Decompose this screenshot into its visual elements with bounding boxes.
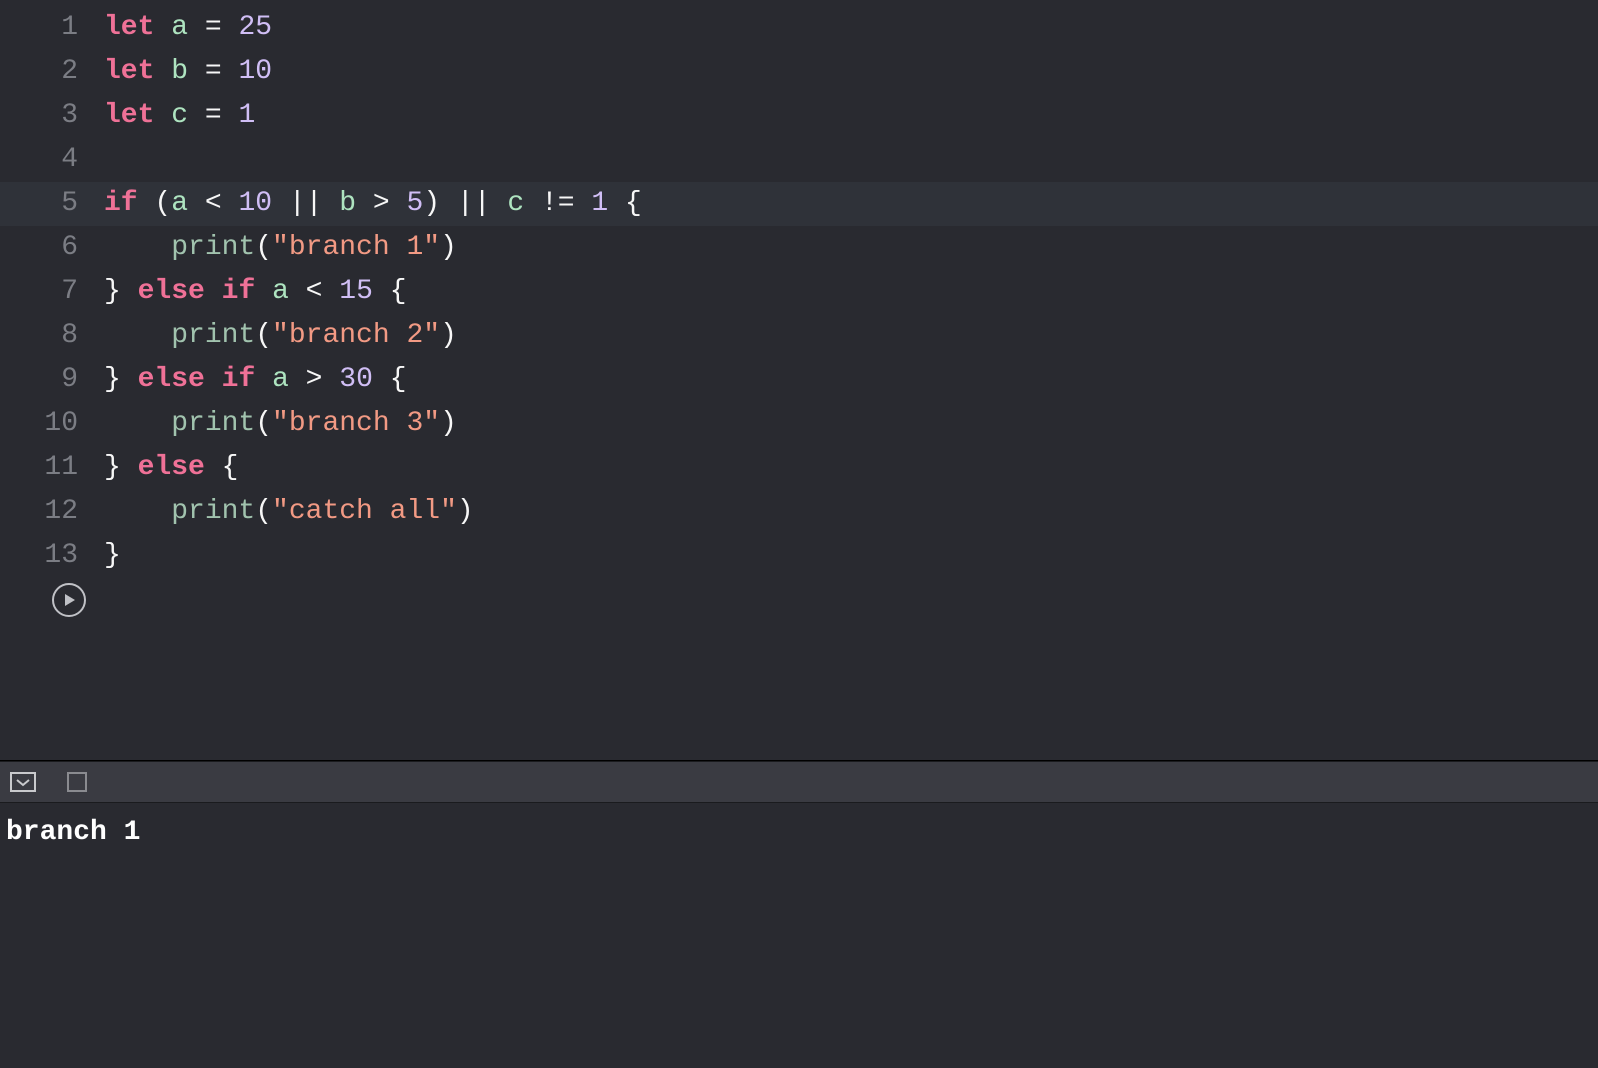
code-line[interactable]: 4: [0, 138, 1598, 182]
code-content[interactable]: print("catch all"): [104, 490, 474, 534]
code-line[interactable]: 2let b = 10: [0, 50, 1598, 94]
variables-view-button[interactable]: [64, 769, 90, 795]
line-number: 10: [0, 402, 104, 446]
line-number: 11: [0, 446, 104, 490]
code-content[interactable]: if (a < 10 || b > 5) || c != 1 {: [104, 182, 642, 226]
code-line[interactable]: 10 print("branch 3"): [0, 402, 1598, 446]
code-editor[interactable]: 1let a = 252let b = 103let c = 145if (a …: [0, 0, 1598, 760]
line-number: 7: [0, 270, 104, 314]
line-number: 1: [0, 6, 104, 50]
console-toggle-button[interactable]: [10, 769, 36, 795]
line-number: 5: [0, 182, 104, 226]
code-content[interactable]: print("branch 1"): [104, 226, 457, 270]
code-content[interactable]: let c = 1: [104, 94, 255, 138]
code-content[interactable]: print("branch 3"): [104, 402, 457, 446]
run-playground-button[interactable]: [52, 583, 86, 617]
code-line[interactable]: 7} else if a < 15 {: [0, 270, 1598, 314]
line-number: 8: [0, 314, 104, 358]
code-line[interactable]: 13}: [0, 534, 1598, 578]
code-line[interactable]: 8 print("branch 2"): [0, 314, 1598, 358]
code-line[interactable]: 9} else if a > 30 {: [0, 358, 1598, 402]
line-number: 4: [0, 138, 104, 182]
code-content[interactable]: let a = 25: [104, 6, 272, 50]
console-line: branch 1: [6, 817, 1588, 848]
line-number: 2: [0, 50, 104, 94]
code-content[interactable]: }: [104, 534, 121, 578]
line-number: 3: [0, 94, 104, 138]
line-number: 6: [0, 226, 104, 270]
code-line[interactable]: 11} else {: [0, 446, 1598, 490]
code-content[interactable]: } else if a > 30 {: [104, 358, 407, 402]
code-line[interactable]: 6 print("branch 1"): [0, 226, 1598, 270]
line-number: 9: [0, 358, 104, 402]
line-number: 13: [0, 534, 104, 578]
code-line[interactable]: 5if (a < 10 || b > 5) || c != 1 {: [0, 182, 1598, 226]
code-line[interactable]: 12 print("catch all"): [0, 490, 1598, 534]
code-content[interactable]: } else {: [104, 446, 238, 490]
console-output-panel[interactable]: branch 1: [0, 803, 1598, 1068]
code-content[interactable]: print("branch 2"): [104, 314, 457, 358]
debug-toolbar: [0, 761, 1598, 803]
line-number: 12: [0, 490, 104, 534]
code-content[interactable]: let b = 10: [104, 50, 272, 94]
code-line[interactable]: 3let c = 1: [0, 94, 1598, 138]
code-content[interactable]: } else if a < 15 {: [104, 270, 407, 314]
code-line[interactable]: 1let a = 25: [0, 6, 1598, 50]
